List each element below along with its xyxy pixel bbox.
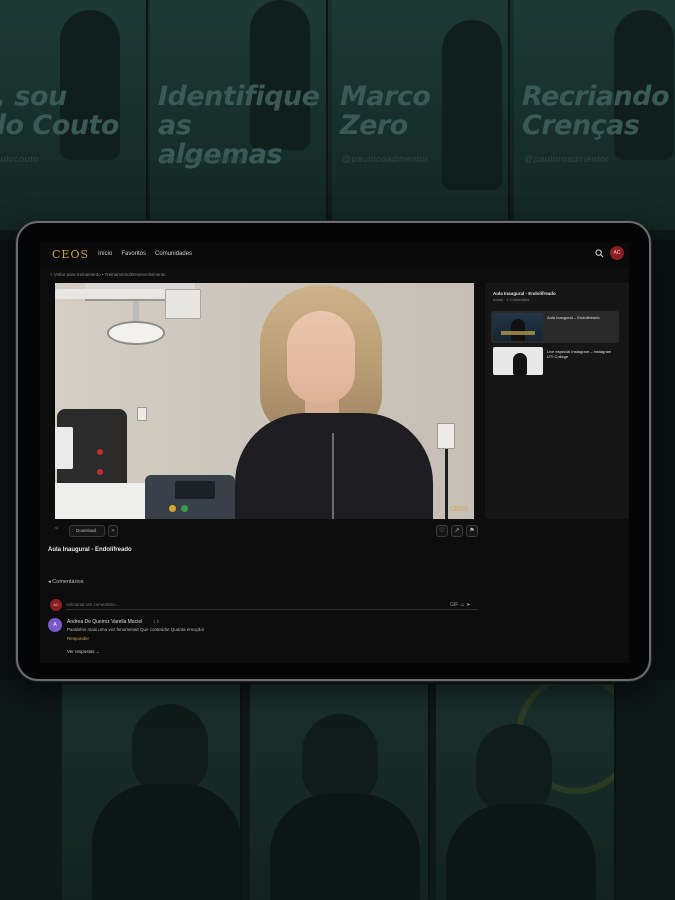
search-icon[interactable] xyxy=(595,249,604,258)
video-watermark: CEOS xyxy=(450,506,468,513)
nav-item-communities[interactable]: Comunidades xyxy=(155,251,192,257)
comment-time: 1 h xyxy=(153,619,160,624)
comment-input[interactable]: Adicionar um comentário... xyxy=(66,600,478,610)
video-actions: < Download > ♡ ↗ ⚑ xyxy=(55,525,478,537)
current-user-avatar: AC xyxy=(50,599,62,611)
tablet-frame: CEOS Início Favoritos Comunidades AC < V… xyxy=(16,221,651,681)
background-poster xyxy=(62,684,242,900)
playlist-item-label: Live especial Instagram – Instagram UTI … xyxy=(547,349,612,359)
background-posters-top: a, sou ulo Couto @paulocouto Identifique… xyxy=(0,0,675,240)
nav-item-favorites[interactable]: Favoritos xyxy=(121,251,146,257)
background-poster xyxy=(250,684,430,900)
background-poster xyxy=(436,684,616,900)
video-title: Aula Inaugural - Endolifreado xyxy=(48,547,132,553)
commenter-avatar: A xyxy=(48,618,62,632)
playlist-item-label: Aula Inaugural – Endolifreado xyxy=(547,315,600,320)
show-replies-button[interactable]: Ver respostas ⌄ xyxy=(67,649,100,655)
playlist-subtitle: Aulas · 2 Conteúdos xyxy=(493,297,530,302)
comment-input-icons: GIF ☺ ➤ xyxy=(450,602,470,608)
background-poster: Recriando Crenças @pauloroadmentor xyxy=(514,0,675,230)
nav-item-home[interactable]: Início xyxy=(98,251,112,257)
share-icon[interactable]: ↗ xyxy=(451,525,463,537)
previous-lesson-button[interactable]: < xyxy=(55,526,59,532)
gif-icon[interactable]: GIF xyxy=(450,602,458,608)
next-lesson-button[interactable]: > xyxy=(108,525,118,537)
playlist-thumbnail xyxy=(493,313,543,341)
heart-icon[interactable]: ♡ xyxy=(436,525,448,537)
send-icon[interactable]: ➤ xyxy=(466,602,470,608)
background-poster: Identifique as algemas @pauloroadmentor xyxy=(150,0,328,230)
comment-text: Parabéns mais uma vez fenomenal! Que con… xyxy=(67,627,205,632)
user-avatar[interactable]: AC xyxy=(610,246,624,260)
playlist-item[interactable]: Aula Inaugural – Endolifreado xyxy=(491,311,619,343)
playlist-title: Aula Inaugural - Endolifreado xyxy=(493,291,556,296)
comments-heading: ◂ Comentários xyxy=(48,579,83,585)
app-logo[interactable]: CEOS xyxy=(52,248,89,261)
breadcrumb[interactable]: < Voltar para treinamento • Treinamento/… xyxy=(50,272,166,277)
background-poster: Marco Zero @paulocoadmentor xyxy=(332,0,510,230)
playlist-item[interactable]: Live especial Instagram – Instagram UTI … xyxy=(491,345,619,377)
comment-author[interactable]: Andrea De Queiroz Varella Maciel xyxy=(67,619,142,625)
playlist-thumbnail xyxy=(493,347,543,375)
video-player[interactable]: CEOS xyxy=(55,283,474,519)
app-screen: CEOS Início Favoritos Comunidades AC < V… xyxy=(40,242,629,663)
background-poster: a, sou ulo Couto @paulocouto xyxy=(0,0,148,230)
download-label: Download xyxy=(76,528,97,533)
comments-label: Comentários xyxy=(52,579,84,585)
background-side-right xyxy=(653,240,675,680)
reply-button[interactable]: Responder xyxy=(67,636,89,641)
bookmark-icon[interactable]: ⚑ xyxy=(466,525,478,537)
playlist-panel: Aula Inaugural - Endolifreado Aulas · 2 … xyxy=(485,283,629,519)
top-nav-bar: CEOS Início Favoritos Comunidades AC xyxy=(40,242,629,268)
main-nav: Início Favoritos Comunidades xyxy=(98,251,192,257)
download-button[interactable]: Download xyxy=(69,525,105,537)
background-posters-bottom xyxy=(0,680,675,900)
